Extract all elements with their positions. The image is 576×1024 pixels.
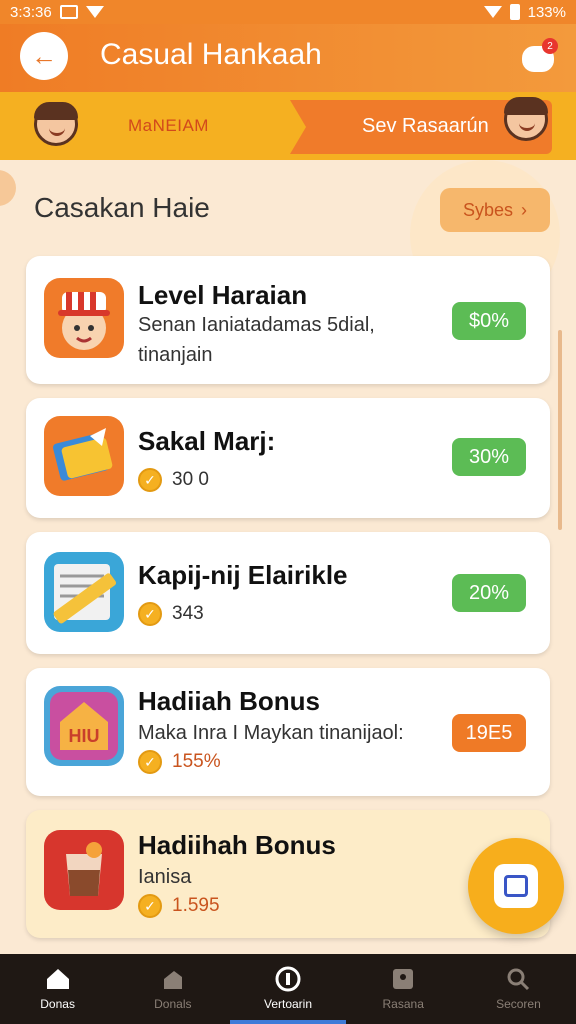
status-bar: 3:3:36 133% [0,0,576,24]
card-title: Hadiiah Bonus [138,686,321,716]
promo-left-tab[interactable]: MaNEIAM [0,98,300,154]
decor-dot [0,170,16,206]
nav-item-rasana[interactable]: Rasana [346,954,461,1024]
avatar-left-icon [34,102,78,146]
coin-row: ✓ 30 0 [138,468,209,492]
wallet-icon [494,864,538,908]
list-item[interactable]: Kapij-nij Elairikle ✓ 343 20% [26,532,550,654]
status-time: 3:3:36 [10,3,52,21]
promo-left-label: MaNEIAM [128,116,209,135]
ticket-icon [44,416,124,496]
wifi-icon [85,6,104,18]
coin-value: 1.595 [172,895,220,916]
battery-level: 133% [527,3,566,21]
coin-value: 30 0 [172,469,209,490]
promo-strip: MaNEIAM Sev Rasaarún [0,92,576,160]
bottom-nav: Donas Donals Vertoarin Rasana Secoren [0,954,576,1024]
card-title: Kapij-nij Elairikle [138,560,348,590]
see-all-button[interactable]: Sybes › [440,188,550,232]
info-icon [275,966,301,992]
discount-badge: 20% [452,574,526,612]
nav-label: Donas [40,997,75,1011]
nav-item-donas[interactable]: Donas [0,954,115,1024]
scrollbar[interactable] [558,330,562,530]
arrow-left-icon: ← [31,40,57,71]
promo-right-label: Sev Rasaarún [362,115,489,137]
discount-badge: 30% [452,438,526,476]
coin-check-icon: ✓ [138,468,162,492]
app-bar: ← Casual Hankaah 2 [0,24,576,92]
page-title: Casual Hankaah [100,38,322,71]
nav-label: Secoren [496,997,541,1011]
back-button[interactable]: ← [20,32,68,80]
section-title: Casakan Haie [34,192,210,223]
chevron-right-icon: › [521,199,528,220]
discount-badge: $0% [452,302,526,340]
chart-icon [160,967,186,991]
coin-check-icon: ✓ [138,750,162,774]
nav-item-vertoarin[interactable]: Vertoarin [230,954,346,1024]
avatar-right-icon [504,97,548,141]
signal-icon [483,6,502,18]
coin-value: 155% [172,751,221,772]
card-subtitle: Senan Ianiatadamas 5dial, tinanjain [138,314,375,366]
hiu-box-icon: HIU [44,686,124,766]
nav-label: Donals [154,997,192,1011]
card-subtitle: Maka Inra I Maykan tinanijaol: [138,722,404,744]
nav-item-secoren[interactable]: Secoren [461,954,576,1024]
coin-row: ✓ 1.595 [138,894,220,918]
list-item[interactable]: HIU Hadiiah Bonus Maka Inra I Maykan tin… [26,668,550,796]
drink-icon [44,830,124,910]
nav-label: Vertoarin [263,997,313,1011]
bonus-badge: 19E5 [452,714,526,752]
list-item[interactable]: Level Haraian Senan Ianiatadamas 5dial, … [26,256,550,384]
coin-row: ✓ 343 [138,602,204,626]
card-subtitle: Ianisa [138,866,192,888]
search-icon [505,967,531,991]
newspaper-icon [44,552,124,632]
coin-check-icon: ✓ [138,894,162,918]
notification-icon [59,5,78,19]
active-tab-indicator [230,1020,346,1024]
battery-icon [509,4,520,20]
notification-badge: 2 [542,38,558,54]
see-all-label: Sybes [462,199,514,220]
home-icon [45,967,71,991]
coin-row: ✓ 155% [138,750,221,774]
nav-item-donals[interactable]: Donals [115,954,230,1024]
hat-boy-icon [44,278,124,358]
svg-text:HIU: HIU [69,726,100,746]
chat-button[interactable]: 2 [518,38,558,76]
coin-value: 343 [172,603,204,624]
card-title: Level Haraian [138,280,308,310]
card-title: Hadiihah Bonus [138,830,336,860]
nav-label: Rasana [382,997,424,1011]
bag-icon [390,967,416,991]
list-item[interactable]: Sakal Marj: ✓ 30 0 30% [26,398,550,518]
coin-check-icon: ✓ [138,602,162,626]
card-title: Sakal Marj: [138,426,276,456]
floating-action-button[interactable] [468,838,564,934]
